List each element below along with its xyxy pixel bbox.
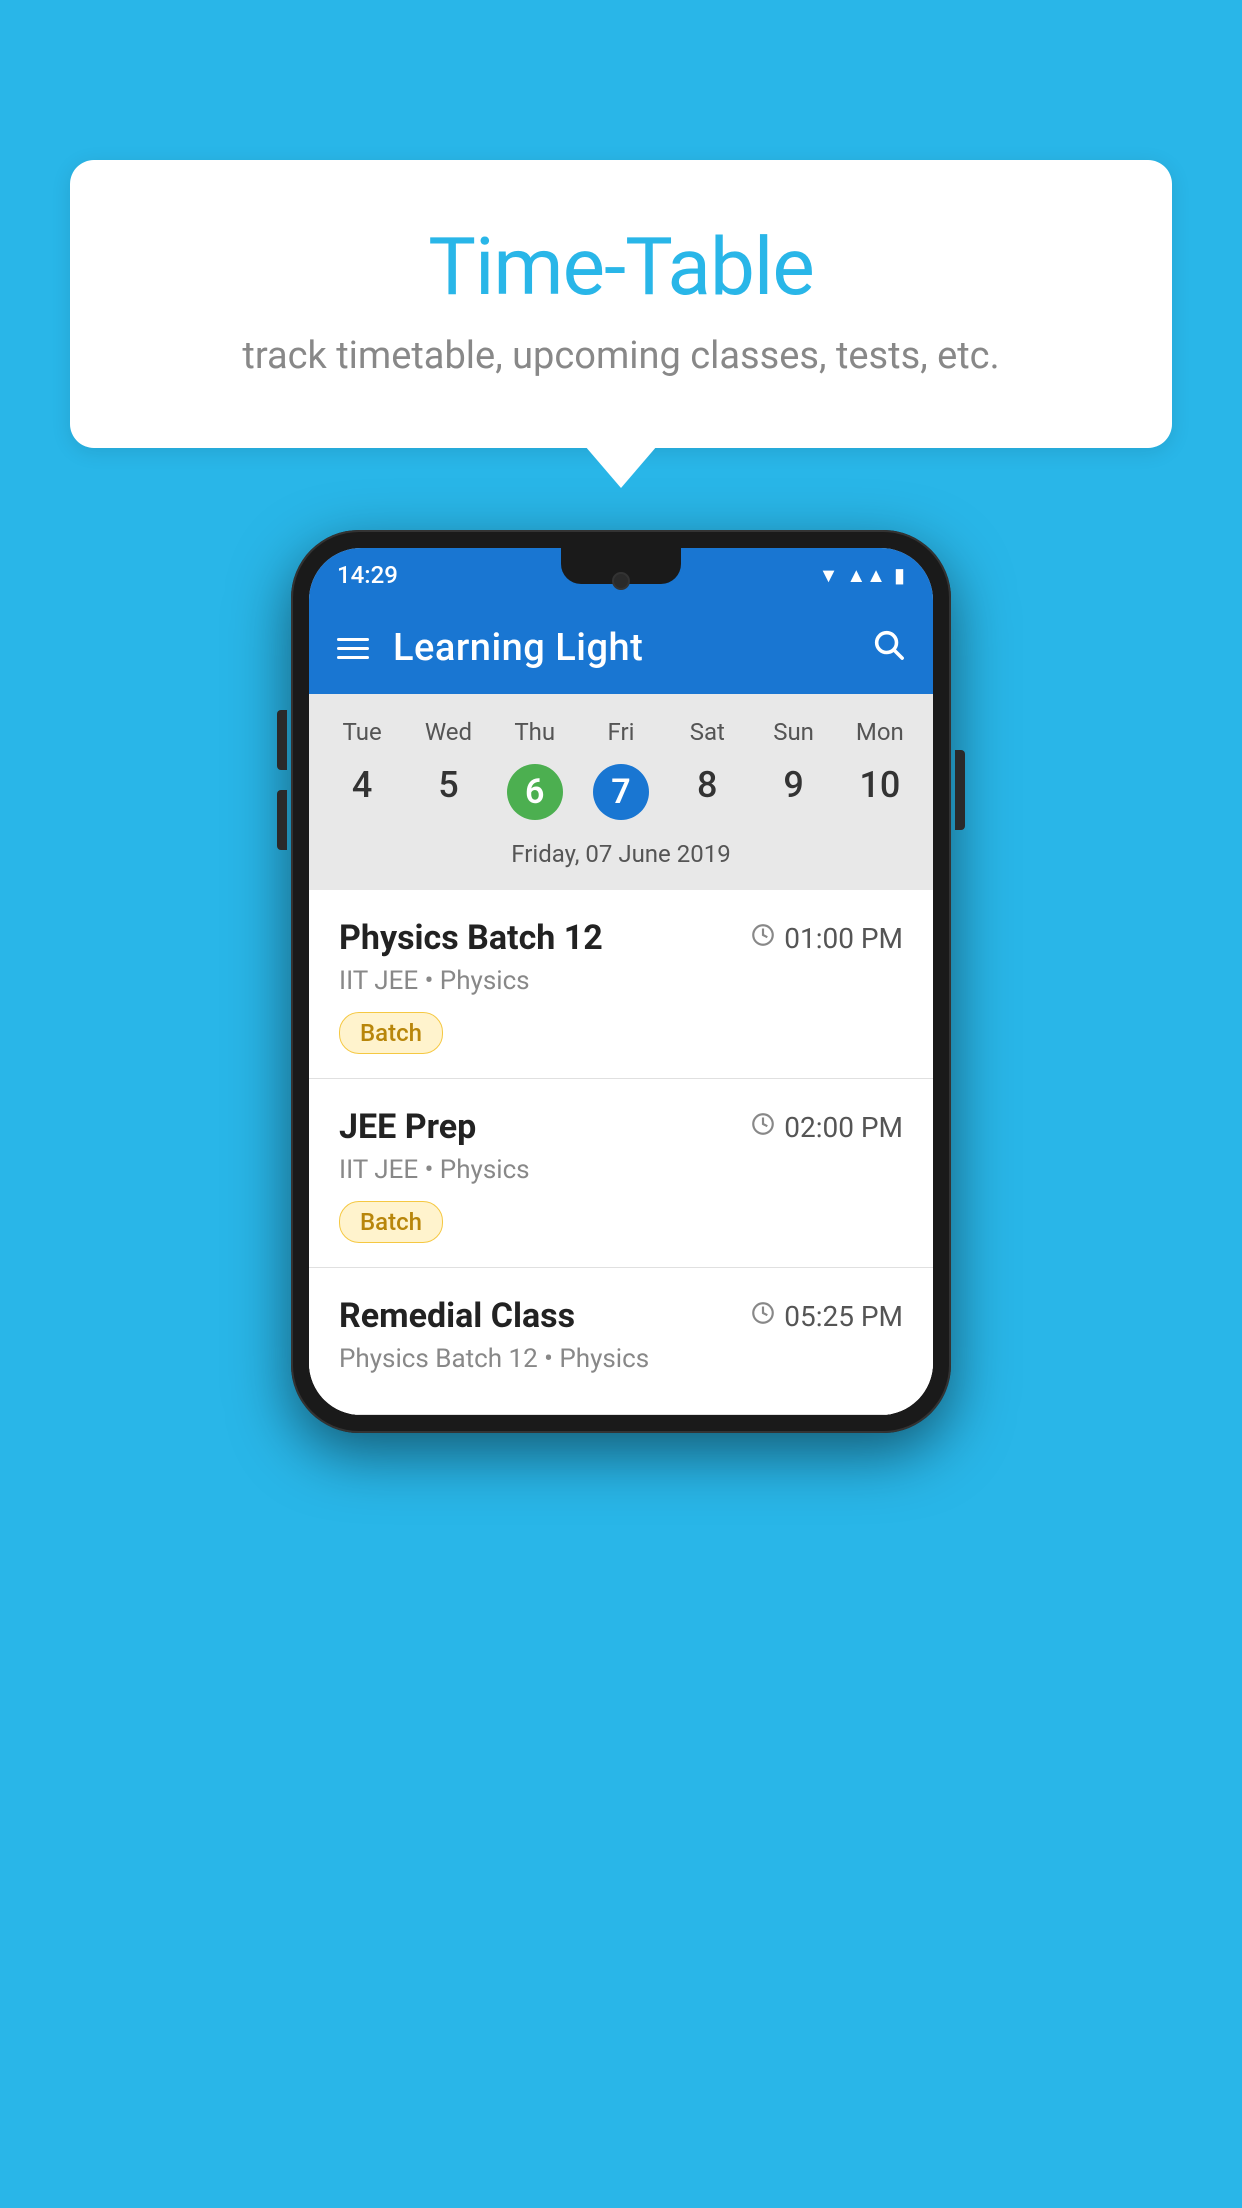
schedule-item-3-meta: Physics Batch 12 • Physics <box>339 1344 903 1374</box>
bubble-title: Time-Table <box>150 220 1092 314</box>
volume-down-button <box>277 790 287 850</box>
clock-icon-2 <box>750 1111 776 1144</box>
day-name-fri: Fri <box>578 710 664 754</box>
status-icons: ▼ ▲▲ ▮ <box>819 563 905 588</box>
schedule-item-3-header: Remedial Class 05:25 PM <box>339 1296 903 1336</box>
phone-outer-frame: 14:29 ▼ ▲▲ ▮ Learning Light <box>291 530 951 1433</box>
day-name-mon: Mon <box>837 710 923 754</box>
day-name-wed: Wed <box>405 710 491 754</box>
phone-mockup: 14:29 ▼ ▲▲ ▮ Learning Light <box>291 530 951 1433</box>
schedule-item-1-time: 01:00 PM <box>750 922 903 955</box>
day-name-sun: Sun <box>750 710 836 754</box>
schedule-item-2-meta: IIT JEE • Physics <box>339 1155 903 1185</box>
schedule-item-2-badge: Batch <box>339 1201 443 1243</box>
app-bar-left: Learning Light <box>337 626 643 670</box>
day-6[interactable]: 6 <box>492 754 578 830</box>
speech-bubble-section: Time-Table track timetable, upcoming cla… <box>70 160 1172 448</box>
selected-date-label: Friday, 07 June 2019 <box>309 830 933 882</box>
schedule-item-jee-prep[interactable]: JEE Prep 02:00 PM IIT JEE • Physics <box>309 1079 933 1268</box>
phone-notch <box>561 548 681 584</box>
battery-icon: ▮ <box>894 563 905 587</box>
day-10[interactable]: 10 <box>837 754 923 830</box>
schedule-item-1-title: Physics Batch 12 <box>339 918 603 958</box>
volume-up-button <box>277 710 287 770</box>
wifi-icon: ▼ <box>819 563 839 588</box>
signal-icon: ▲▲ <box>846 563 886 588</box>
day-7[interactable]: 7 <box>578 754 664 830</box>
schedule-item-3-title: Remedial Class <box>339 1296 575 1336</box>
power-button <box>955 750 965 830</box>
day-numbers-row: 4 5 6 7 8 9 10 <box>309 754 933 830</box>
schedule-item-3-time: 05:25 PM <box>750 1300 903 1333</box>
day-names-row: Tue Wed Thu Fri Sat Sun Mon <box>309 710 933 754</box>
day-name-sat: Sat <box>664 710 750 754</box>
phone-camera <box>612 572 630 590</box>
search-button[interactable] <box>871 627 905 670</box>
day-9[interactable]: 9 <box>750 754 836 830</box>
schedule-item-1-badge: Batch <box>339 1012 443 1054</box>
schedule-item-1-meta: IIT JEE • Physics <box>339 966 903 996</box>
phone-screen: 14:29 ▼ ▲▲ ▮ Learning Light <box>309 548 933 1415</box>
schedule-item-2-title: JEE Prep <box>339 1107 476 1147</box>
day-4[interactable]: 4 <box>319 754 405 830</box>
day-5[interactable]: 5 <box>405 754 491 830</box>
bubble-subtitle: track timetable, upcoming classes, tests… <box>150 334 1092 378</box>
speech-bubble: Time-Table track timetable, upcoming cla… <box>70 160 1172 448</box>
status-time: 14:29 <box>337 561 398 589</box>
schedule-item-remedial-class[interactable]: Remedial Class 05:25 PM Physics Batch <box>309 1268 933 1415</box>
clock-icon-3 <box>750 1300 776 1333</box>
app-bar: Learning Light <box>309 602 933 694</box>
day-name-tue: Tue <box>319 710 405 754</box>
today-circle: 6 <box>507 764 563 820</box>
day-8[interactable]: 8 <box>664 754 750 830</box>
day-name-thu: Thu <box>492 710 578 754</box>
schedule-list: Physics Batch 12 01:00 PM IIT JEE • P <box>309 890 933 1415</box>
calendar-strip: Tue Wed Thu Fri Sat Sun Mon 4 5 6 7 8 9 … <box>309 694 933 890</box>
menu-button[interactable] <box>337 638 369 659</box>
app-title: Learning Light <box>393 626 643 670</box>
schedule-item-1-header: Physics Batch 12 01:00 PM <box>339 918 903 958</box>
schedule-item-2-header: JEE Prep 02:00 PM <box>339 1107 903 1147</box>
schedule-item-physics-batch-12[interactable]: Physics Batch 12 01:00 PM IIT JEE • P <box>309 890 933 1079</box>
selected-circle: 7 <box>593 764 649 820</box>
schedule-item-2-time: 02:00 PM <box>750 1111 903 1144</box>
clock-icon-1 <box>750 922 776 955</box>
